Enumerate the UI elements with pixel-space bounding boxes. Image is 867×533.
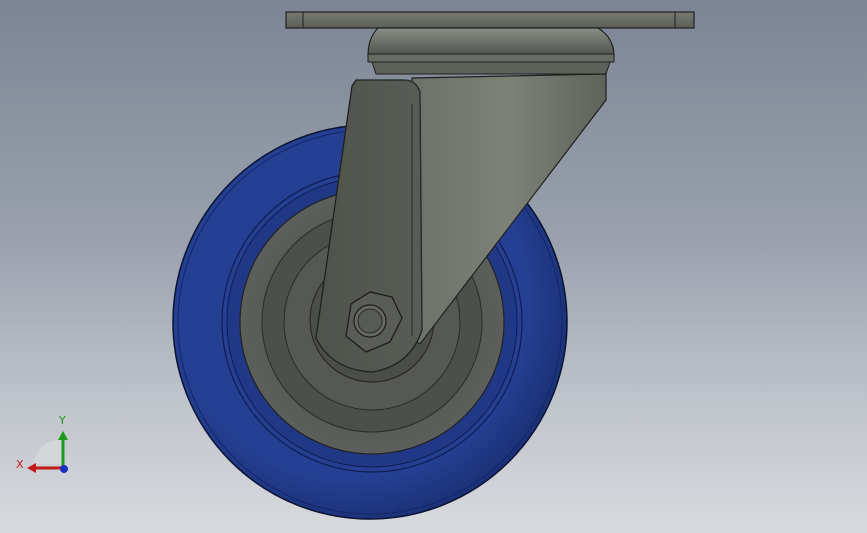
reference-triad: [27, 431, 68, 473]
triad-z-axis-dot: [60, 465, 68, 473]
triad-x-arrowhead: [27, 463, 36, 473]
top-plate[interactable]: [285, 11, 695, 29]
swivel-bearing[interactable]: [367, 27, 615, 75]
caster-model[interactable]: [0, 0, 867, 533]
triad-y-label: Y: [59, 414, 66, 427]
triad-y-arrowhead: [58, 431, 68, 440]
graphics-viewport[interactable]: Y X: [0, 0, 867, 533]
triad-plane-shading: [33, 440, 62, 464]
triad-x-label: X: [16, 458, 24, 471]
